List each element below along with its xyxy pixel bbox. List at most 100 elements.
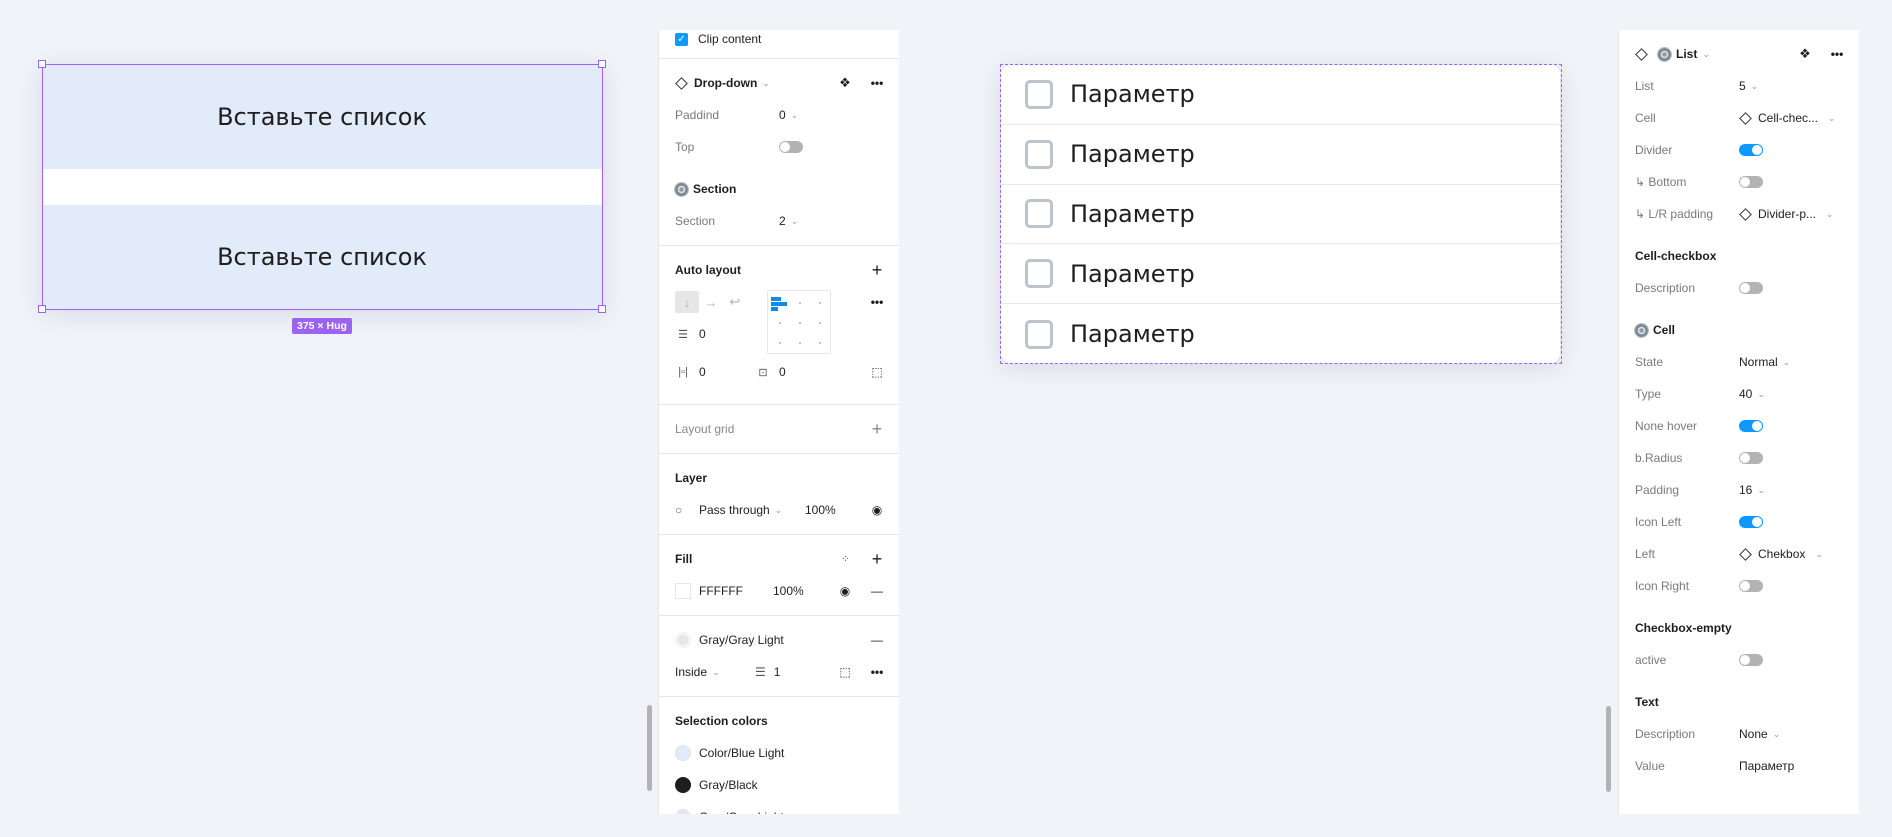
selection-color-row[interactable]: Color/Blue Light [659,737,899,769]
add-icon[interactable]: + [869,419,885,439]
item-spacing-input[interactable]: 0 [699,327,706,341]
bottom-toggle[interactable] [1739,176,1763,188]
resize-handle-top-right[interactable] [598,60,606,68]
add-icon[interactable]: + [869,549,885,569]
independent-padding-icon[interactable]: ⬚ [869,364,885,380]
prop-row: None hover [1619,410,1859,442]
direction-vertical-button[interactable]: ↓ [675,291,699,313]
direction-horizontal-button[interactable]: → [699,291,723,313]
list-item[interactable]: Параметр [1001,304,1560,363]
chevron-down-icon: ⌄ [1782,356,1791,367]
section-group-header: Section [659,173,899,205]
prop-row: Description None ⌄ [1635,727,1781,741]
component-instance-icon [1739,207,1752,221]
checkbox-empty[interactable] [1025,79,1053,109]
resize-handle-bottom-left[interactable] [38,305,46,313]
stroke-settings-row: Inside ⌄ ☰ 1 ⬚ ••• [659,656,899,688]
checkbox-empty[interactable] [1025,319,1053,349]
selection-colors-header: Selection colors [675,714,768,728]
top-toggle[interactable] [779,141,803,153]
type-dropdown[interactable]: 40 ⌄ [1739,387,1765,401]
padding-dropdown[interactable]: 16 ⌄ [1739,483,1765,497]
resize-handle-top-left[interactable] [38,60,46,68]
list-item[interactable]: Параметр [1001,244,1560,305]
horizontal-padding-input[interactable]: 0 [699,365,706,379]
eye-icon[interactable]: ◉ [837,583,853,599]
stroke-position-dropdown[interactable]: Inside ⌄ [675,665,720,679]
border-radius-toggle[interactable] [1739,452,1763,464]
list-item[interactable]: Параметр [1001,125,1560,185]
component-name[interactable]: List [1676,47,1697,61]
nested-instance-icon [1635,323,1648,337]
list-item[interactable]: Параметр [1001,65,1560,125]
none-hover-toggle[interactable] [1739,420,1763,432]
fill-swatch[interactable] [675,583,691,599]
description-toggle[interactable] [1739,282,1763,294]
cell-instance-swap[interactable]: Cell-chec... ⌄ [1739,111,1836,125]
lr-padding-instance-swap[interactable]: Divider-p... ⌄ [1739,207,1834,221]
layer-row: ○ Pass through ⌄ 100% ◉ [659,494,899,526]
stroke-weight-input[interactable]: 1 [774,665,781,679]
component-header: List ⌄ ❖ ••• [1619,38,1859,70]
checkbox-empty[interactable] [1025,259,1053,289]
vertical-padding-input[interactable]: 0 [779,365,786,379]
active-toggle[interactable] [1739,654,1763,666]
more-options-icon[interactable]: ••• [1829,46,1845,62]
nested-instance-icon [1658,47,1671,61]
state-dropdown[interactable]: Normal ⌄ [1739,355,1790,369]
divider-toggle[interactable] [1739,144,1763,156]
auto-layout-header: Auto layout + [659,254,899,286]
add-icon[interactable]: + [869,260,885,280]
section-dropdown[interactable]: 2 ⌄ [779,214,798,228]
fill-opacity-input[interactable]: 100% [773,584,804,598]
canvas-frame-insert-list[interactable]: Вставьте список Вставьте список [42,65,602,309]
style-icon[interactable]: ⁘ [837,551,853,567]
size-badge: 375 × Hug [292,318,352,334]
stroke-style-swatch[interactable] [675,632,691,648]
chevron-down-icon[interactable]: ⌄ [762,78,770,89]
panel-scrollbar[interactable] [647,705,652,791]
icon-left-toggle[interactable] [1739,516,1763,528]
checkbox-empty[interactable] [1025,139,1053,169]
description-dropdown[interactable]: None ⌄ [1739,727,1780,741]
component-instance-icon [675,76,688,90]
list-count-dropdown[interactable]: 5 ⌄ [1739,79,1758,93]
individual-strokes-icon[interactable]: ⬚ [837,664,853,680]
icon-right-toggle[interactable] [1739,580,1763,592]
prop-row: Padding 16 ⌄ [1635,483,1765,497]
alignment-picker[interactable] [767,290,831,354]
component-name[interactable]: Drop-down [694,76,757,90]
resize-handle-bottom-right[interactable] [598,305,606,313]
fill-header: Fill ⁘ + [659,543,899,575]
padding-dropdown[interactable]: 0 ⌄ [779,108,798,122]
chevron-down-icon: ⌄ [1750,80,1759,91]
more-options-icon[interactable]: ••• [869,75,885,91]
prop-row: Icon Left [1619,506,1859,538]
chevron-down-icon[interactable]: ⌄ [1702,49,1710,60]
layer-opacity-input[interactable]: 100% [805,503,836,517]
go-to-main-component-icon[interactable]: ❖ [837,75,853,91]
nested-header: Cell [1619,314,1859,346]
remove-icon[interactable]: — [869,632,885,648]
selection-color-row[interactable]: Gray/Gray Light [659,801,899,814]
more-options-icon[interactable]: ••• [869,664,885,680]
checkbox-empty[interactable] [1025,199,1053,229]
clip-content-row: ✓ Clip content [659,30,899,48]
stroke-row: Gray/Gray Light — [659,624,899,656]
prop-row: ↳ Bottom [1619,166,1859,198]
canvas-frame-list[interactable]: Параметр Параметр Параметр Параметр Пара… [1001,65,1560,363]
selection-color-row[interactable]: Gray/Black [659,769,899,801]
value-text-input[interactable]: Параметр [1739,759,1794,773]
left-instance-swap[interactable]: Chekbox ⌄ [1739,547,1823,561]
clip-content-checkbox[interactable]: ✓ [675,32,688,46]
blend-mode-dropdown[interactable]: Pass through ⌄ [699,503,782,517]
fill-hex-input[interactable]: FFFFFF [699,584,743,598]
remove-icon[interactable]: — [869,583,885,599]
stroke-style-name[interactable]: Gray/Gray Light [699,633,784,647]
list-item[interactable]: Параметр [1001,185,1560,245]
go-to-main-component-icon[interactable]: ❖ [1797,46,1813,62]
eye-icon[interactable]: ◉ [869,502,885,518]
panel-scrollbar[interactable] [1606,706,1611,792]
direction-wrap-button[interactable]: ↩ [723,291,747,313]
auto-layout-more-icon[interactable]: ••• [869,294,885,310]
